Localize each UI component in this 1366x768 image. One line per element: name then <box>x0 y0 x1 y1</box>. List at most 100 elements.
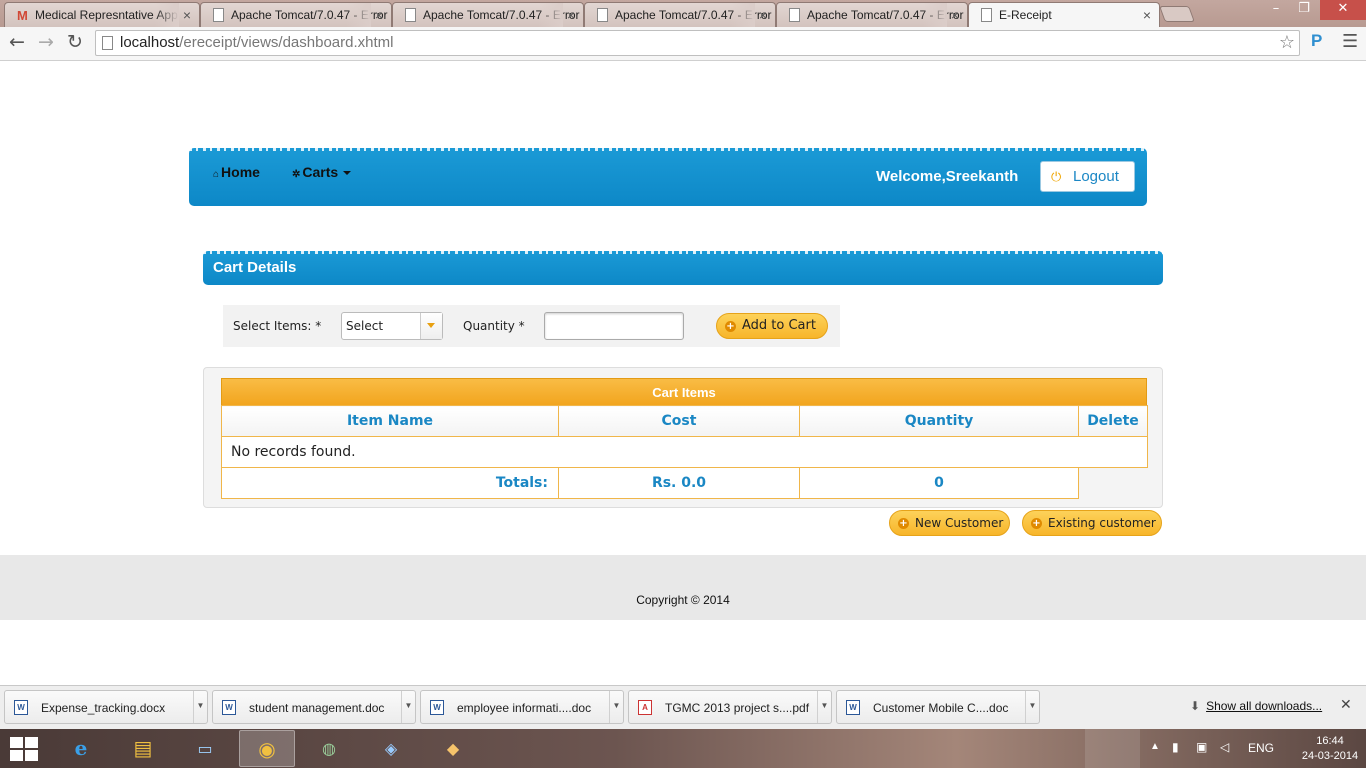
browser-tab-tomcat-3[interactable]: Apache Tomcat/7.0.47 - Error × <box>584 2 776 27</box>
browser-tab-tomcat-1[interactable]: Apache Tomcat/7.0.47 - Error × <box>200 2 392 27</box>
chevron-down-icon[interactable]: ▼ <box>193 691 207 723</box>
item-select-dropdown[interactable]: Select <box>341 312 443 340</box>
extension-p-icon[interactable]: P <box>1311 31 1322 51</box>
download-item[interactable]: W employee informati....doc ▼ <box>420 690 624 724</box>
empty-message: No records found. <box>221 436 1148 468</box>
chevron-down-icon[interactable]: ▼ <box>817 691 831 723</box>
plus-circle-icon: + <box>1031 518 1042 529</box>
select-items-label: Select Items: * <box>233 319 322 333</box>
nav-home[interactable]: ⌂ Home <box>213 164 260 180</box>
word-doc-icon: W <box>222 700 236 715</box>
home-icon: ⌂ <box>213 169 220 180</box>
windows-start-icon[interactable] <box>10 737 40 761</box>
bookmark-star-icon[interactable]: ☆ <box>1279 31 1295 55</box>
column-header-delete[interactable]: Delete <box>1078 405 1148 437</box>
input-language[interactable]: ENG <box>1248 741 1274 768</box>
total-quantity: 0 <box>799 467 1079 499</box>
clock-date: 24-03-2014 <box>1301 750 1359 762</box>
totals-label: Totals: <box>221 467 559 499</box>
battery-icon[interactable]: ▮ <box>1172 740 1179 768</box>
file-explorer-icon[interactable]: ▤ <box>115 730 171 767</box>
power-icon: ⏻ <box>1051 169 1062 184</box>
browser-tab-tomcat-4[interactable]: Apache Tomcat/7.0.47 - Error × <box>776 2 968 27</box>
browser-tab-medical[interactable]: M Medical Represntative App × <box>4 2 200 27</box>
word-doc-icon: W <box>430 700 444 715</box>
table-header-row: Item Name Cost Quantity Delete <box>221 405 1148 437</box>
network-icon[interactable]: ▣ <box>1196 740 1207 768</box>
existing-customer-button[interactable]: + Existing customer <box>1022 510 1162 536</box>
quantity-input[interactable] <box>544 312 684 340</box>
page-content: ⌂ Home ✲ Carts Welcome,Sreekanth ⏻ Logout … <box>0 61 1366 685</box>
close-downloads-icon[interactable]: ✕ <box>1340 697 1352 713</box>
minimize-icon[interactable]: – <box>1262 0 1290 20</box>
browser-tab-ereceipt[interactable]: E-Receipt × <box>968 2 1160 27</box>
tab-close-icon[interactable]: × <box>759 3 767 27</box>
restore-icon[interactable]: ❐ <box>1290 0 1318 20</box>
add-to-cart-button[interactable]: + Add to Cart <box>716 313 828 339</box>
internet-explorer-icon[interactable]: e <box>53 730 109 767</box>
tab-close-icon[interactable]: × <box>1143 3 1151 27</box>
column-header-item-name[interactable]: Item Name <box>221 405 559 437</box>
reload-icon[interactable]: ↻ <box>63 31 87 55</box>
select-value: Select <box>346 319 384 333</box>
tab-close-icon[interactable]: × <box>567 3 575 27</box>
totals-row: Totals: Rs. 0.0 0 <box>221 467 1148 499</box>
logout-button[interactable]: ⏻ Logout <box>1040 161 1135 192</box>
tab-title: E-Receipt <box>999 8 1052 22</box>
browser-toolbar: ← → ↻ localhost/ereceipt/views/dashboard… <box>0 27 1366 61</box>
chevron-down-icon[interactable]: ▼ <box>609 691 623 723</box>
page-icon <box>789 8 800 22</box>
cart-items-table: Item Name Cost Quantity Delete No record… <box>221 405 1148 499</box>
plus-circle-icon: + <box>898 518 909 529</box>
panel-title: Cart Details <box>213 259 297 276</box>
new-customer-button[interactable]: + New Customer <box>889 510 1010 536</box>
download-item[interactable]: W Customer Mobile C....doc ▼ <box>836 690 1040 724</box>
page-icon <box>981 8 992 22</box>
word-doc-icon: W <box>846 700 860 715</box>
volume-icon[interactable]: ◁ <box>1220 740 1229 768</box>
word-doc-icon: W <box>14 700 28 715</box>
tab-close-icon[interactable]: × <box>375 3 383 27</box>
window-close-icon[interactable]: ✕ <box>1320 0 1366 20</box>
back-arrow-icon[interactable]: ← <box>5 31 29 55</box>
show-hidden-icons[interactable]: ▲ <box>1150 741 1160 768</box>
chevron-down-icon[interactable]: ▼ <box>401 691 415 723</box>
dropdown-arrow-icon[interactable] <box>420 313 442 339</box>
new-tab-button[interactable] <box>1159 6 1195 22</box>
taskbar-clock[interactable]: 16:44 24-03-2014 <box>1300 734 1360 764</box>
download-item[interactable]: W Expense_tracking.docx ▼ <box>4 690 208 724</box>
copyright-text: Copyright © 2014 <box>636 593 730 607</box>
plus-circle-icon: + <box>725 321 736 332</box>
android-sdk-icon[interactable]: ◍ <box>301 730 357 767</box>
page-icon <box>102 36 113 50</box>
tab-close-icon[interactable]: × <box>183 3 191 27</box>
chrome-icon[interactable]: ◉ <box>239 730 295 767</box>
mysql-workbench-icon[interactable]: ◈ <box>363 730 419 767</box>
tab-close-icon[interactable]: × <box>951 3 959 27</box>
url-text: localhost/ereceipt/views/dashboard.xhtml <box>120 34 394 51</box>
cart-items-panel: Cart Items Item Name Cost Quantity Delet… <box>203 367 1163 508</box>
downloads-shelf: W Expense_tracking.docx ▼ W student mana… <box>0 685 1366 729</box>
windows-taskbar: e ▤ ▭ ◉ ◍ ◈ ◆ ▲ ▮ ▣ ◁ ENG 16:44 24-03-20… <box>0 729 1366 768</box>
show-all-downloads-link[interactable]: ⬇ Show all downloads... <box>1190 699 1322 713</box>
lenovo-app-icon[interactable]: ▭ <box>177 730 233 767</box>
page-icon <box>405 8 416 22</box>
chevron-down-icon[interactable]: ▼ <box>1025 691 1039 723</box>
chevron-down-icon <box>343 171 352 176</box>
address-bar[interactable]: localhost/ereceipt/views/dashboard.xhtml… <box>95 30 1300 56</box>
browser-menu-icon[interactable]: ☰ <box>1342 31 1358 52</box>
forward-arrow-icon[interactable]: → <box>34 31 58 55</box>
total-cost: Rs. 0.0 <box>558 467 800 499</box>
column-header-quantity[interactable]: Quantity <box>799 405 1079 437</box>
cart-details-header: Cart Details <box>203 248 1163 285</box>
notification-app-icon[interactable] <box>1085 729 1140 768</box>
browser-tab-tomcat-2[interactable]: Apache Tomcat/7.0.47 - Error × <box>392 2 584 27</box>
java-ee-ide-icon[interactable]: ◆ <box>425 730 481 767</box>
download-item[interactable]: A TGMC 2013 project s....pdf ▼ <box>628 690 832 724</box>
column-header-cost[interactable]: Cost <box>558 405 800 437</box>
gear-icon: ✲ <box>292 169 301 180</box>
cart-items-caption: Cart Items <box>221 378 1147 406</box>
nav-carts-dropdown[interactable]: ✲ Carts <box>292 164 352 180</box>
download-item[interactable]: W student management.doc ▼ <box>212 690 416 724</box>
gmail-icon: M <box>17 8 28 23</box>
